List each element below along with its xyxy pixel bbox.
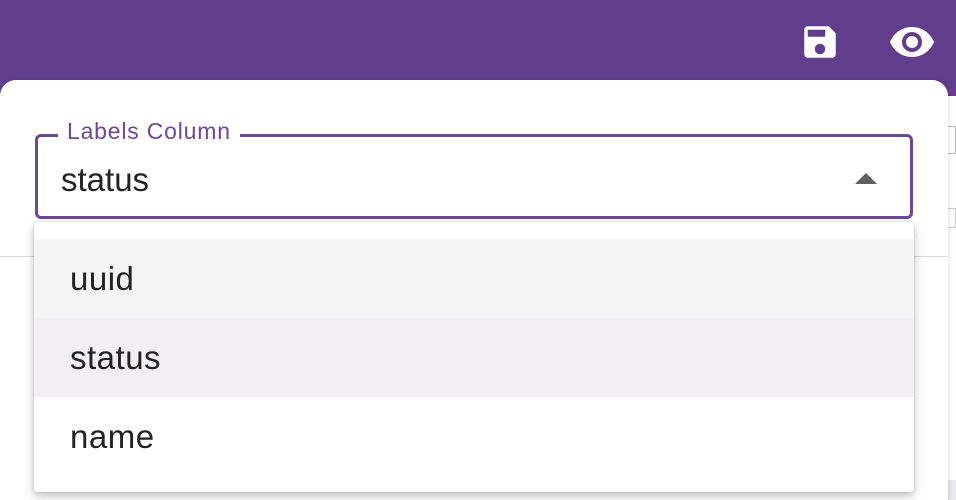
labels-column-select[interactable]: Labels Column status <box>35 118 913 219</box>
labels-column-dropdown-menu: uuid status name <box>34 222 914 492</box>
option-uuid[interactable]: uuid <box>34 239 914 318</box>
option-name[interactable]: name <box>34 397 914 476</box>
option-list: uuid status name <box>34 239 914 476</box>
option-status[interactable]: status <box>34 318 914 397</box>
caret-up-icon[interactable] <box>855 173 877 184</box>
labels-column-value: status <box>61 161 150 198</box>
eye-icon[interactable] <box>888 18 936 66</box>
labels-column-label: Labels Column <box>58 118 240 145</box>
save-icon[interactable] <box>796 18 844 66</box>
